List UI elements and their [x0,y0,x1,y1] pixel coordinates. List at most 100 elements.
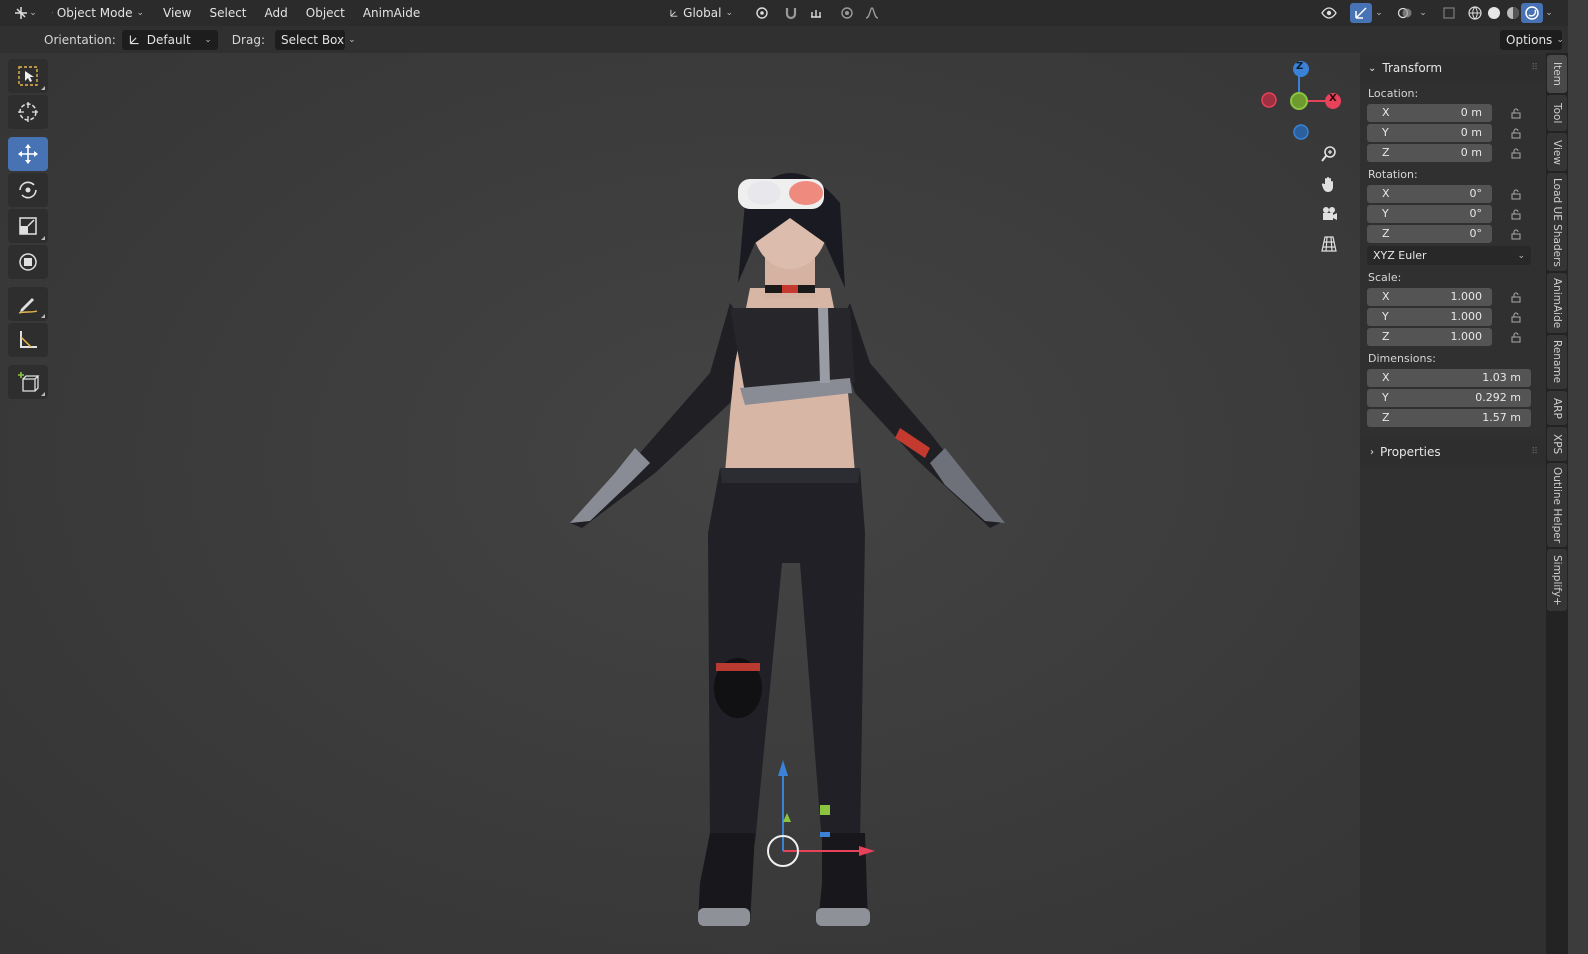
cursor-tool[interactable] [8,95,48,129]
menu-object[interactable]: Object [297,3,354,23]
visibility-button[interactable] [1314,3,1344,23]
chevron-down-icon: ⌄ [1517,250,1525,261]
zoom-button[interactable] [1316,141,1342,167]
proportional-falloff-button[interactable] [858,3,886,23]
drag-handle-icon[interactable]: ⠿ [1531,447,1538,457]
orientation-axes-icon [670,9,678,17]
rotation-y-field[interactable]: Y 0° [1367,204,1492,223]
transform-orientation-selector[interactable]: Global ⌄ [663,3,739,23]
chevron-right-icon: › [1370,446,1374,458]
pan-button[interactable] [1316,171,1342,197]
proportional-edit-toggle[interactable] [836,3,858,23]
gizmo-icon [1355,7,1367,19]
scale-x-row: X 1.000 [1367,287,1546,306]
move-tool[interactable] [8,137,48,171]
dimensions-z-field[interactable]: Z 1.57 m [1367,408,1531,427]
solid-sphere-icon [1488,7,1500,19]
lock-icon[interactable] [1508,105,1524,121]
transform-tool[interactable] [8,245,48,279]
field-value: 1.000 [1450,310,1483,323]
lock-icon[interactable] [1508,289,1524,305]
lock-icon[interactable] [1508,125,1524,141]
scale-tool[interactable] [8,209,48,243]
tab-outline-helper[interactable]: Outline Helper [1547,463,1567,547]
field-value: 0.292 m [1475,391,1521,404]
rotation-z-field[interactable]: Z 0° [1367,224,1492,243]
add-cube-tool[interactable] [8,365,48,399]
editor-type-button[interactable]: ⌄ [10,3,40,23]
overlays-dropdown[interactable]: ⌄ [1416,3,1430,23]
tab-arp[interactable]: ARP [1547,391,1567,425]
dimensions-x-field[interactable]: X 1.03 m [1367,368,1531,387]
tool-shelf [8,59,50,401]
shading-rendered[interactable] [1521,3,1543,23]
lock-icon[interactable] [1508,226,1524,242]
ruler-icon [20,331,37,348]
camera-view-button[interactable] [1316,201,1342,227]
move-gizmo[interactable] [760,758,890,888]
rotation-mode-dropdown[interactable]: XYZ Euler ⌄ [1367,246,1531,265]
hand-icon [1321,177,1333,192]
gizmo-dropdown[interactable]: ⌄ [1372,3,1386,23]
rotation-x-row: X 0° [1367,184,1546,203]
tab-tool[interactable]: Tool [1547,95,1567,131]
orientation-dropdown[interactable]: Default ⌄ [121,29,218,50]
tool-variants-indicator [41,236,45,240]
material-sphere-icon [1507,7,1519,19]
options-dropdown[interactable]: Options ⌄ [1500,29,1564,50]
snap-target-button[interactable] [802,3,830,23]
scale-z-field[interactable]: Z 1.000 [1367,327,1492,346]
shading-dropdown[interactable]: ⌄ [1542,3,1556,23]
location-y-field[interactable]: Y 0 m [1367,123,1492,142]
tab-simplify-plus[interactable]: Simplify+ [1547,549,1567,611]
transform-panel-title: Transform [1382,61,1443,75]
tab-animaide[interactable]: AnimAide [1547,273,1567,333]
tab-label: XPS [1551,433,1563,455]
annotate-tool[interactable] [8,287,48,321]
dimensions-y-field[interactable]: Y 0.292 m [1367,388,1531,407]
lock-icon[interactable] [1508,309,1524,325]
field-value: 0° [1469,207,1483,220]
axis-label: X [1382,187,1390,200]
perspective-toggle-button[interactable] [1316,231,1342,257]
menu-view[interactable]: View [154,3,200,23]
orientation-field-label: Orientation: [44,32,116,47]
3d-viewport[interactable]: Z X [0,53,1360,954]
tab-item[interactable]: Item [1547,55,1567,93]
menu-add[interactable]: Add [256,3,297,23]
tab-load-ue-shaders[interactable]: Load UE Shaders [1547,173,1567,271]
properties-panel-header[interactable]: › Properties ⠿ [1360,439,1546,465]
overlays-toggle[interactable] [1394,3,1416,23]
measure-tool[interactable] [8,323,48,357]
chevron-down-icon: ⌄ [136,8,144,18]
menu-select[interactable]: Select [200,3,255,23]
rotation-x-field[interactable]: X 0° [1367,184,1492,203]
navigation-gizmo[interactable] [1256,59,1346,149]
scale-icon [19,217,37,235]
gizmo-toggle[interactable] [1350,3,1372,23]
lock-icon[interactable] [1508,329,1524,345]
lock-icon[interactable] [1508,145,1524,161]
lock-icon[interactable] [1508,186,1524,202]
pivot-point-button[interactable] [748,3,776,23]
scale-y-field[interactable]: Y 1.000 [1367,307,1492,326]
tab-rename[interactable]: Rename [1547,335,1567,389]
drag-handle-icon[interactable]: ⠿ [1531,63,1538,73]
magnet-icon [785,8,797,20]
location-x-field[interactable]: X 0 m [1367,103,1492,122]
rotate-tool[interactable] [8,173,48,207]
snap-toggle[interactable] [780,3,802,23]
window-edge [1568,0,1588,954]
tab-xps[interactable]: XPS [1547,427,1567,461]
tab-view[interactable]: View [1547,133,1567,171]
tool-variants-indicator [41,86,45,90]
drag-dropdown[interactable]: Select Box ⌄ [274,29,356,50]
mode-selector[interactable]: Object Mode ⌄ [46,3,150,23]
select-box-tool[interactable] [8,59,48,93]
transform-panel-header[interactable]: ⌄ Transform ⠿ [1360,55,1546,81]
location-z-field[interactable]: Z 0 m [1367,143,1492,162]
xray-toggle[interactable] [1438,3,1460,23]
menu-animaide[interactable]: AnimAide [354,3,429,23]
lock-icon[interactable] [1508,206,1524,222]
scale-x-field[interactable]: X 1.000 [1367,287,1492,306]
